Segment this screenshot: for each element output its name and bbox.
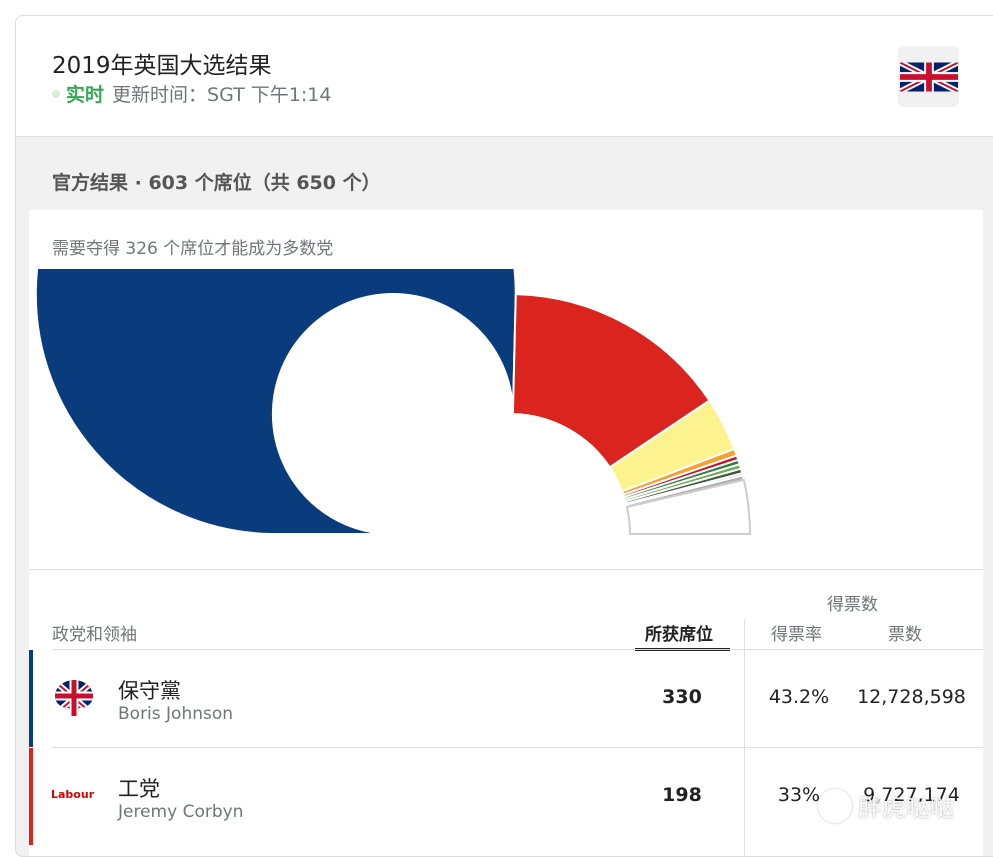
- election-card: 2019年英国大选结果 实时 更新时间：SGT 下午1:14 官方结果 · 60…: [15, 15, 993, 857]
- seat-half-donut-chart: [34, 269, 752, 535]
- party-name: 工党: [118, 777, 160, 801]
- header-votes-group: 得票数: [827, 595, 878, 615]
- updated-time: 更新时间：SGT 下午1:14: [112, 84, 332, 106]
- results-title: 官方结果 · 603 个席位（共 650 个）: [52, 172, 381, 194]
- seats-won: 198: [662, 784, 702, 806]
- header-vote-share[interactable]: 得票率: [771, 620, 822, 645]
- party-leader: Boris Johnson: [118, 704, 234, 724]
- seats-won: 330: [662, 686, 702, 708]
- watermark-logo-icon: [818, 788, 852, 823]
- labour-logo: Labour: [51, 788, 95, 801]
- panel-header: 官方结果 · 603 个席位（共 650 个）: [29, 149, 983, 210]
- live-dot-icon: [52, 89, 60, 98]
- results-panel: 官方结果 · 603 个席位（共 650 个） 需要夺得 326 个席位才能成为…: [29, 149, 983, 856]
- section-divider: [29, 569, 983, 570]
- vote-count: 12,728,598: [857, 686, 966, 708]
- vote-share: 43.2%: [768, 686, 830, 708]
- card-header: 2019年英国大选结果 实时 更新时间：SGT 下午1:14: [16, 16, 993, 137]
- live-label: 实时: [66, 84, 105, 106]
- uk-flag-icon: [898, 46, 959, 107]
- party-name: 保守黨: [118, 679, 181, 703]
- update-status: 实时 更新时间：SGT 下午1:14: [52, 80, 331, 107]
- page-title: 2019年英国大选结果: [52, 53, 272, 79]
- conservative-tree-icon: [51, 678, 97, 718]
- party-color-bar: [29, 748, 33, 845]
- seat-segment-0[interactable]: [34, 269, 517, 535]
- table-row-conservative[interactable]: 保守黨 Boris Johnson 330 43.2% 12,728,598: [29, 650, 983, 747]
- majority-note: 需要夺得 326 个席位才能成为多数党: [52, 239, 334, 259]
- header-vote-count[interactable]: 票数: [888, 620, 922, 645]
- party-leader: Jeremy Corbyn: [118, 802, 244, 822]
- party-color-bar: [29, 650, 33, 747]
- header-seats[interactable]: 所获席位: [645, 620, 713, 645]
- watermark: 胖虎哒哒: [818, 788, 954, 823]
- watermark-text: 胖虎哒哒: [858, 794, 954, 822]
- header-party-leader: 政党和领袖: [52, 625, 137, 645]
